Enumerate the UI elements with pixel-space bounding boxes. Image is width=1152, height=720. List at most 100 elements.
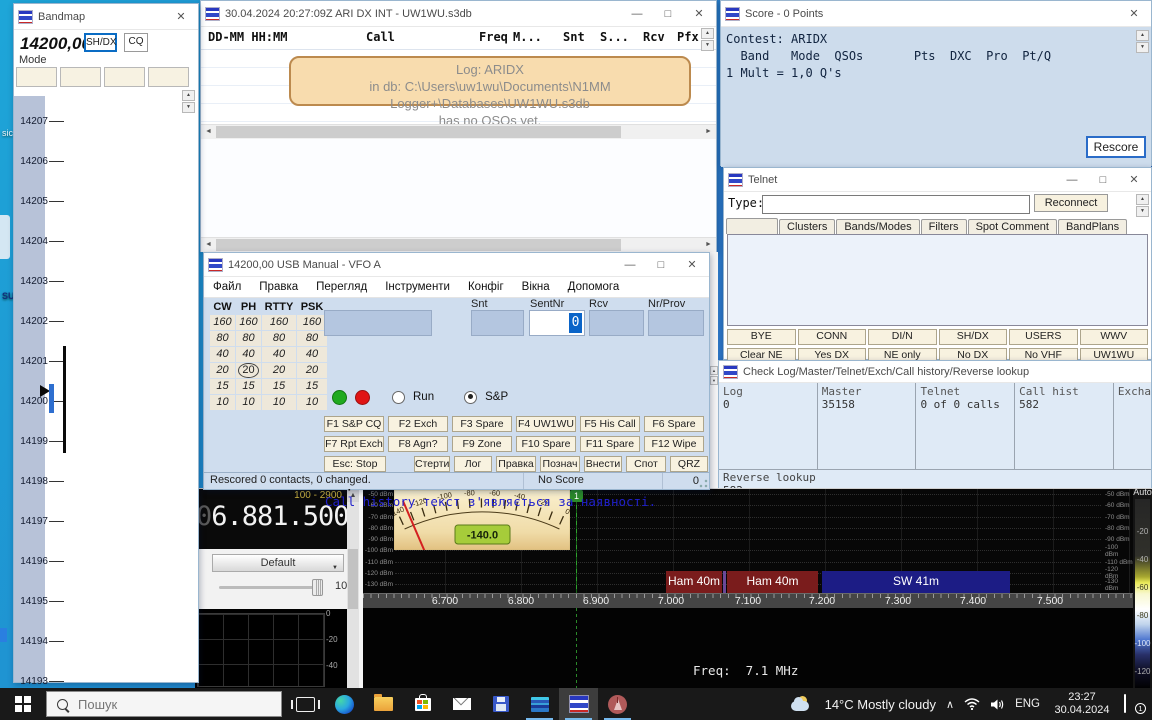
close-icon[interactable]: ✕ xyxy=(1121,4,1147,24)
menu-item[interactable]: Перегляд xyxy=(307,281,376,293)
snt-field[interactable] xyxy=(471,310,524,336)
bandmap-frequency-label[interactable]: 14199 xyxy=(14,436,48,447)
log-column-header[interactable]: Snt xyxy=(563,30,585,44)
bandmap-spinner[interactable]: ▲ ▼ xyxy=(182,90,195,113)
sdr-app-button[interactable] xyxy=(520,688,559,720)
band-cell[interactable]: 10 xyxy=(210,395,235,410)
resize-grip[interactable] xyxy=(699,479,708,488)
spinner-up-icon[interactable]: ▲ xyxy=(710,366,718,375)
slider-thumb[interactable] xyxy=(312,579,323,596)
bandmap-scale-row[interactable]: 14201 xyxy=(14,341,84,381)
telnet-button[interactable]: DI/N xyxy=(868,329,937,345)
function-key-button[interactable]: F12 Wipe xyxy=(644,436,704,452)
nrprov-field[interactable] xyxy=(648,310,704,336)
tab-clusters[interactable]: Clusters xyxy=(779,219,835,234)
bandmap-frequency-label[interactable]: 14197 xyxy=(14,516,48,527)
store-button[interactable] xyxy=(403,688,442,720)
log-column-header[interactable]: S... xyxy=(600,30,629,44)
mode-box[interactable] xyxy=(148,67,189,87)
bandmap-frequency-label[interactable]: 14200 xyxy=(14,396,48,407)
action-button[interactable]: Спот xyxy=(626,456,666,472)
scrollbar-thumb[interactable] xyxy=(216,126,621,138)
maximize-icon[interactable]: □ xyxy=(655,4,681,24)
bandmap-frequency-label[interactable]: 14203 xyxy=(14,276,48,287)
scrollbar-thumb[interactable] xyxy=(348,549,358,609)
band-cell[interactable]: 80 xyxy=(262,331,296,346)
log-titlebar[interactable]: 30.04.2024 20:27:09Z ARI DX INT - UW1WU.… xyxy=(201,1,716,27)
n1mm-app-button[interactable] xyxy=(559,688,598,720)
volume-slider[interactable] xyxy=(219,586,323,589)
band-cell[interactable]: 20 xyxy=(236,363,261,378)
action-button[interactable]: Внести xyxy=(584,456,622,472)
close-icon[interactable]: ✕ xyxy=(686,4,712,24)
log-column-header[interactable]: Pfx xyxy=(677,30,699,44)
edge-spinner[interactable]: ▲ ▼ xyxy=(710,366,718,385)
band-cell[interactable]: 40 xyxy=(297,347,327,362)
sdr-vscrollbar[interactable]: ▲ xyxy=(347,489,359,689)
antenna-app-button[interactable] xyxy=(598,688,637,720)
spinner-down-icon[interactable]: ▼ xyxy=(1136,206,1149,217)
entry-titlebar[interactable]: 14200,00 USB Manual - VFO A — □ ✕ xyxy=(204,253,709,277)
bandmap-frequency-label[interactable]: 14193 xyxy=(14,676,48,687)
function-key-button[interactable]: F6 Spare xyxy=(644,416,704,432)
band-cell[interactable]: 15 xyxy=(297,379,327,394)
tab-spot-comment[interactable]: Spot Comment xyxy=(968,219,1057,234)
wifi-icon[interactable] xyxy=(964,698,980,710)
maximize-icon[interactable]: □ xyxy=(1090,170,1116,190)
bandmap-frequency-label[interactable]: 14198 xyxy=(14,476,48,487)
check-titlebar[interactable]: Check Log/Master/Telnet/Exch/Call histor… xyxy=(719,361,1151,383)
telnet-spinner[interactable]: ▲ ▼ xyxy=(1136,194,1149,217)
close-icon[interactable]: ✕ xyxy=(168,7,194,27)
band-cell[interactable]: 10 xyxy=(297,395,327,410)
bandmap-scale-row[interactable]: 14206 xyxy=(14,141,84,181)
log-column-header[interactable]: DD-MM HH:MM xyxy=(208,30,287,44)
scrollbar-thumb[interactable] xyxy=(216,239,621,251)
bandmap-scale-row[interactable]: 14195 xyxy=(14,581,84,621)
band-cell[interactable]: 80 xyxy=(210,331,235,346)
band-cell[interactable]: 20 xyxy=(297,363,327,378)
band-cell[interactable]: 15 xyxy=(236,379,261,394)
minimize-icon[interactable]: — xyxy=(617,255,643,275)
maximize-icon[interactable]: □ xyxy=(648,255,674,275)
bandmap-frequency-label[interactable]: 14195 xyxy=(14,596,48,607)
function-key-button[interactable]: F3 Spare xyxy=(452,416,512,432)
spinner-up-icon[interactable]: ▲ xyxy=(182,90,195,101)
shdx-button[interactable]: SH/DX xyxy=(84,33,117,52)
menu-item[interactable]: Вікна xyxy=(513,281,559,293)
bandmap-scale-row[interactable]: 14202 xyxy=(14,301,84,341)
band-cell[interactable]: 160 xyxy=(236,315,261,330)
spinner-up-icon[interactable]: ▲ xyxy=(701,28,714,39)
spinner-down-icon[interactable]: ▼ xyxy=(1136,42,1149,53)
bandmap-titlebar[interactable]: Bandmap ✕ xyxy=(14,4,198,30)
scroll-right-icon[interactable]: ► xyxy=(701,238,716,252)
menu-item[interactable]: Правка xyxy=(250,281,307,293)
sentnr-field[interactable]: 0 xyxy=(529,310,585,336)
mode-header[interactable]: CW xyxy=(210,301,235,313)
minimize-icon[interactable]: — xyxy=(1059,170,1085,190)
waterfall-display[interactable]: Freq: 7.1 MHz xyxy=(363,608,1133,689)
function-key-button[interactable]: F1 S&P CQ xyxy=(324,416,384,432)
bandmap-scale-row[interactable]: 14196 xyxy=(14,541,84,581)
band-cell[interactable]: 40 xyxy=(210,347,235,362)
function-key-button[interactable]: F8 Agn? xyxy=(388,436,448,452)
band-cell[interactable]: 40 xyxy=(236,347,261,362)
close-icon[interactable]: ✕ xyxy=(679,255,705,275)
menu-item[interactable]: Конфіг xyxy=(459,281,513,293)
scroll-right-icon[interactable]: ► xyxy=(701,125,716,139)
bandmap-scale-row[interactable]: 14199 xyxy=(14,421,84,461)
callsign-input[interactable] xyxy=(324,310,432,336)
log-column-header[interactable]: Call xyxy=(366,30,395,44)
telnet-button[interactable]: USERS xyxy=(1009,329,1078,345)
language-indicator[interactable]: ENG xyxy=(1015,698,1040,710)
profile-dropdown[interactable]: Default ▼ xyxy=(212,554,344,572)
menu-item[interactable]: Інструменти xyxy=(376,281,459,293)
bandmap-scale-row[interactable]: 14205 xyxy=(14,181,84,221)
mode-box[interactable] xyxy=(16,67,57,87)
spinner-down-icon[interactable]: ▼ xyxy=(710,376,718,385)
mode-header[interactable]: PH xyxy=(236,301,261,313)
spinner-up-icon[interactable]: ▲ xyxy=(1136,194,1149,205)
rescore-button[interactable]: Rescore xyxy=(1086,136,1146,158)
start-button[interactable] xyxy=(0,688,46,720)
log-hscrollbar[interactable]: ◄ ► xyxy=(201,124,716,139)
waterfall-colorbar[interactable]: Auto -20-40-60-80-100-120 xyxy=(1133,489,1152,689)
